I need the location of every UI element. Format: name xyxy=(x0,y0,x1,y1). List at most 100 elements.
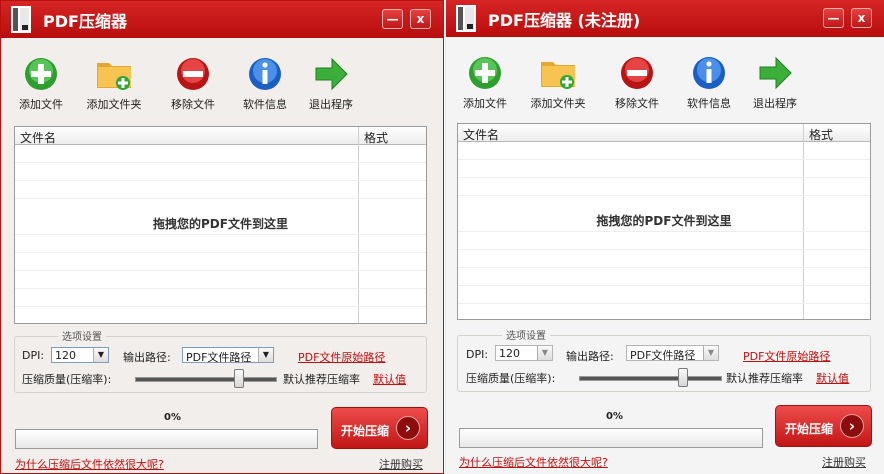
output-path-label: 输出路径: xyxy=(123,351,171,364)
row-line xyxy=(15,162,426,163)
progress-bar xyxy=(459,428,763,448)
progress-percent: 0% xyxy=(164,412,181,423)
chevron-down-icon[interactable]: ▼ xyxy=(537,346,552,360)
start-compress-button[interactable]: 开始压缩 › xyxy=(331,407,428,449)
dpi-label: DPI: xyxy=(22,349,45,362)
row-line xyxy=(458,285,870,286)
register-buy-link[interactable]: 注册购买 xyxy=(822,454,866,470)
app-logo-icon xyxy=(456,5,476,32)
row-line xyxy=(15,180,426,181)
remove-file-label: 移除文件 xyxy=(171,98,215,111)
exit-program-label: 退出程序 xyxy=(309,98,353,111)
column-filename[interactable]: 文件名 xyxy=(463,126,499,143)
chevron-down-icon[interactable]: ▼ xyxy=(258,348,273,362)
column-filename[interactable]: 文件名 xyxy=(20,129,56,146)
chevron-down-icon[interactable]: ▼ xyxy=(703,346,718,360)
row-line xyxy=(458,159,870,160)
start-compress-button[interactable]: 开始压缩 › xyxy=(775,405,872,447)
quality-slider-track[interactable] xyxy=(135,377,277,382)
close-button[interactable]: x xyxy=(851,8,872,28)
original-path-link[interactable]: PDF文件原始路径 xyxy=(743,348,830,364)
software-info-label: 软件信息 xyxy=(687,97,731,110)
red-minus-icon xyxy=(177,58,209,90)
green-arrow-icon xyxy=(759,56,792,90)
green-plus-icon xyxy=(25,58,57,90)
output-path-value: PDF文件路径 xyxy=(630,349,696,362)
quality-slider-thumb[interactable] xyxy=(678,368,688,387)
minimize-button[interactable]: — xyxy=(382,9,403,29)
folder-add-icon xyxy=(541,62,575,89)
row-line xyxy=(15,252,426,253)
row-line xyxy=(458,249,870,250)
file-list-header: 文件名 格式 xyxy=(15,127,426,145)
row-line xyxy=(15,270,426,271)
dpi-label: DPI: xyxy=(466,348,489,361)
file-list-header: 文件名 格式 xyxy=(458,124,870,142)
row-line xyxy=(458,267,870,268)
row-line xyxy=(15,198,426,199)
output-path-select[interactable]: PDF文件路径 ▼ xyxy=(182,347,274,364)
dpi-value: 120 xyxy=(499,347,520,360)
quality-label: 压缩质量(压缩率): xyxy=(22,373,112,386)
exit-program-label: 退出程序 xyxy=(753,97,797,110)
quality-slider-thumb[interactable] xyxy=(234,369,244,388)
row-line xyxy=(458,177,870,178)
row-line xyxy=(458,195,870,196)
add-folder-label: 添加文件夹 xyxy=(530,97,586,110)
row-line xyxy=(458,231,870,232)
software-info-label: 软件信息 xyxy=(243,98,287,111)
chevron-down-icon[interactable]: ▼ xyxy=(93,348,108,362)
output-path-label: 输出路径: xyxy=(566,350,614,363)
minimize-button[interactable]: — xyxy=(823,8,844,28)
dpi-select[interactable]: 120 ▼ xyxy=(51,347,109,363)
add-file-label: 添加文件 xyxy=(19,98,63,111)
row-line xyxy=(15,288,426,289)
dpi-value: 120 xyxy=(55,349,76,362)
title-bar[interactable]: PDF压缩器 (未注册) — x xyxy=(446,0,884,37)
row-line xyxy=(15,234,426,235)
add-folder-label: 添加文件夹 xyxy=(86,98,142,111)
quality-recommend-text: 默认推荐压缩率 xyxy=(726,372,803,385)
progress-percent: 0% xyxy=(606,411,623,422)
default-value-link[interactable]: 默认值 xyxy=(373,371,406,387)
default-value-link[interactable]: 默认值 xyxy=(816,370,849,386)
why-still-large-link[interactable]: 为什么压缩后文件依然很大呢? xyxy=(15,456,164,472)
progress-bar xyxy=(15,429,318,449)
arrow-right-icon: › xyxy=(840,414,864,438)
window-title: PDF压缩器 xyxy=(43,12,127,31)
register-buy-link[interactable]: 注册购买 xyxy=(379,456,423,472)
quality-slider-track[interactable] xyxy=(579,376,722,381)
why-still-large-link[interactable]: 为什么压缩后文件依然很大呢? xyxy=(459,454,608,470)
info-icon xyxy=(693,57,725,89)
pdf-compressor-window: PDF压缩器 — x 添加文件 添加文件夹 移除文件 软件信息 退出程序 文件名… xyxy=(0,0,444,474)
close-button[interactable]: x xyxy=(410,9,431,29)
output-path-select[interactable]: PDF文件路径 ▼ xyxy=(626,345,719,362)
original-path-link[interactable]: PDF文件原始路径 xyxy=(298,349,385,365)
red-minus-icon xyxy=(621,57,653,89)
info-icon xyxy=(249,58,281,90)
drop-hint: 拖拽您的PDF文件到这里 xyxy=(153,217,288,231)
row-line xyxy=(458,303,870,304)
options-legend: 选项设置 xyxy=(58,328,106,343)
file-list[interactable]: 文件名 格式 拖拽您的PDF文件到这里 xyxy=(457,123,871,320)
green-arrow-icon xyxy=(315,57,348,91)
start-compress-label: 开始压缩 xyxy=(785,422,834,436)
remove-file-label: 移除文件 xyxy=(615,97,659,110)
drop-hint: 拖拽您的PDF文件到这里 xyxy=(596,214,732,228)
output-path-value: PDF文件路径 xyxy=(186,351,252,364)
row-line xyxy=(15,306,426,307)
quality-recommend-text: 默认推荐压缩率 xyxy=(283,373,360,386)
quality-label: 压缩质量(压缩率): xyxy=(466,372,556,385)
folder-add-icon xyxy=(97,63,131,90)
window-title: PDF压缩器 (未注册) xyxy=(488,11,641,30)
column-format[interactable]: 格式 xyxy=(809,126,833,143)
column-format[interactable]: 格式 xyxy=(364,129,388,146)
dpi-select[interactable]: 120 ▼ xyxy=(495,345,553,361)
green-plus-icon xyxy=(469,57,501,89)
options-legend: 选项设置 xyxy=(502,327,550,342)
start-compress-label: 开始压缩 xyxy=(341,424,390,438)
title-bar[interactable]: PDF压缩器 — x xyxy=(1,1,443,38)
pdf-compressor-window-unregistered: PDF压缩器 (未注册) — x 添加文件 添加文件夹 移除文件 软件信息 退出… xyxy=(445,0,884,474)
file-list[interactable]: 文件名 格式 拖拽您的PDF文件到这里 xyxy=(14,126,427,324)
add-file-label: 添加文件 xyxy=(463,97,507,110)
